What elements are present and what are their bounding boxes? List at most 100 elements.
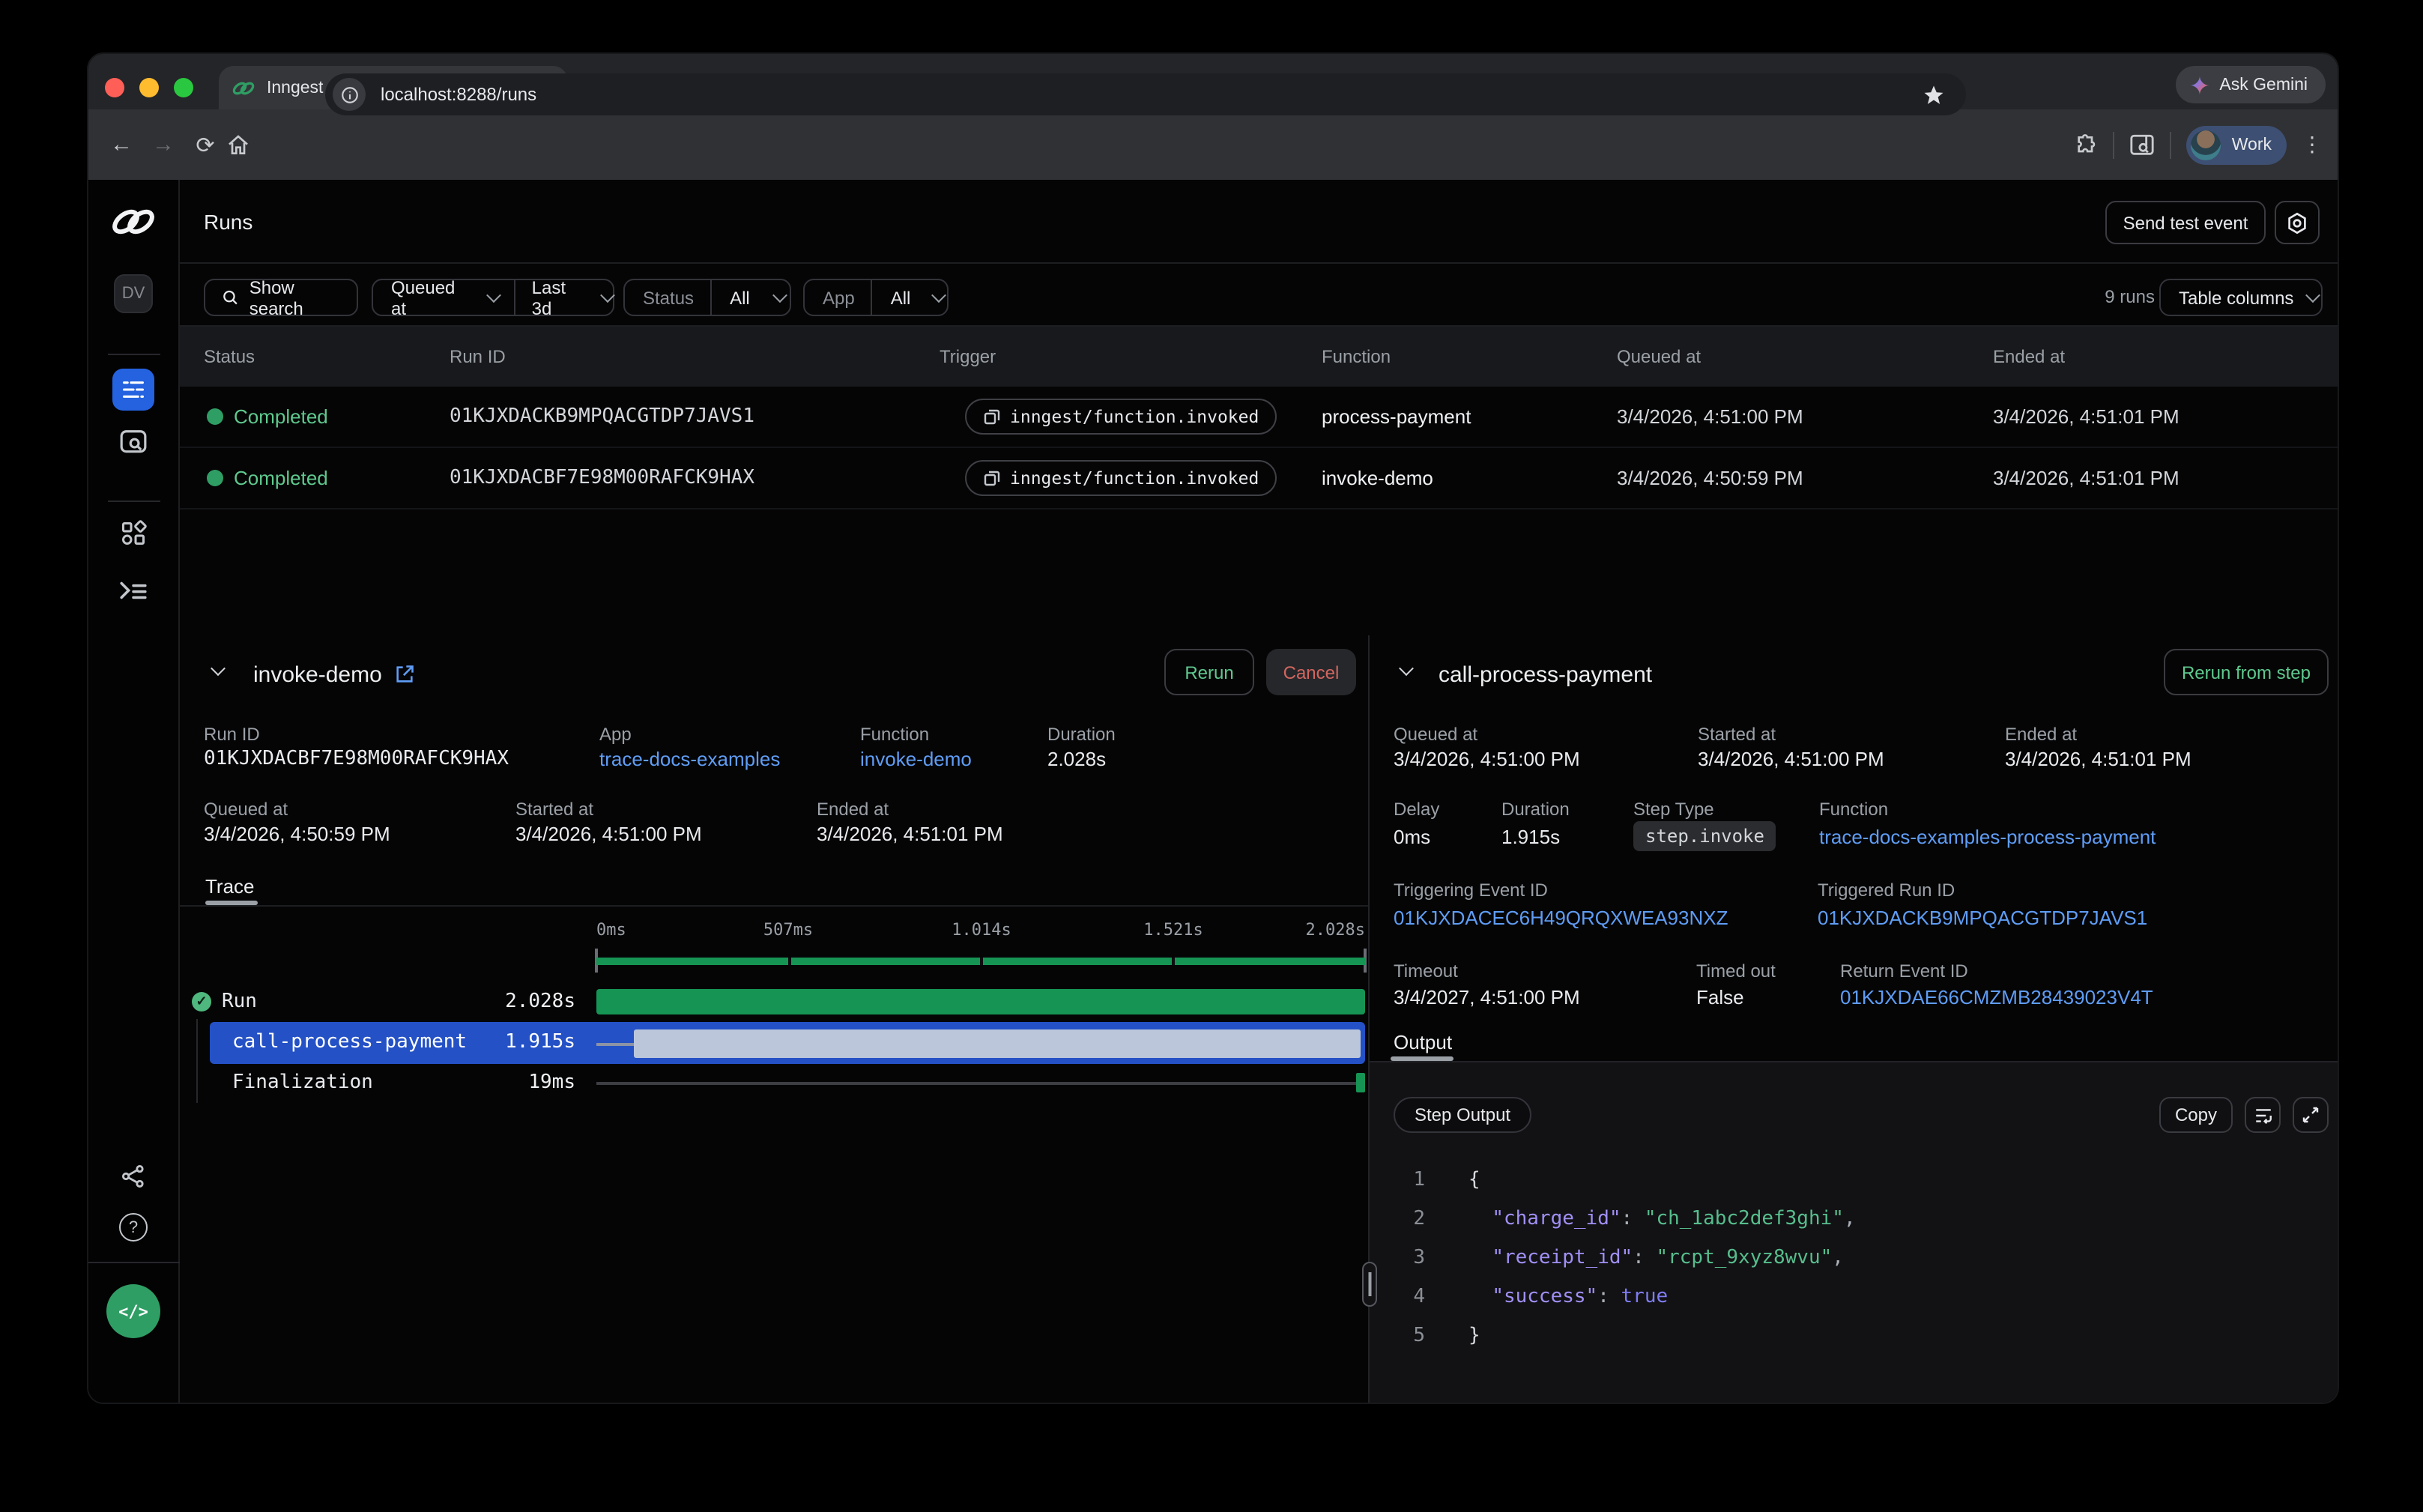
browser-toolbar: ← → ⟳ — [88, 109, 2338, 180]
show-search-label: Show search — [249, 276, 340, 318]
column-function: Function — [1322, 346, 1391, 367]
close-window-button[interactable] — [105, 78, 124, 97]
trace-row-run[interactable]: ✓ Run 2.028s — [180, 983, 1368, 1022]
finalization-span-bar[interactable] — [1356, 1073, 1365, 1092]
time-range-label: Last 3d — [532, 276, 590, 318]
trigger-name: inngest/function.invoked — [1010, 406, 1259, 427]
expand-button[interactable] — [2293, 1097, 2329, 1133]
browser-menu-icon[interactable]: ⋮ — [2302, 132, 2323, 157]
env-badge[interactable]: DV — [114, 274, 153, 313]
side-panel-search-icon[interactable] — [2130, 133, 2156, 157]
rerun-from-step-button[interactable]: Rerun from step — [2164, 649, 2329, 695]
status-filter-button[interactable]: Status All — [623, 279, 791, 316]
field-label: Ended at — [2005, 724, 2077, 745]
return-event-id-link[interactable]: 01KJXDAE66CMZMB28439023V4T — [1840, 986, 2153, 1008]
timed-out-value: False — [1696, 986, 1744, 1008]
code-line: 2 "charge_id": "ch_1abc2def3ghi", — [1370, 1208, 1856, 1230]
time-field-label: Queued at — [391, 276, 475, 318]
sidebar-divider — [108, 354, 160, 355]
trigger-pill[interactable]: inngest/function.invoked — [965, 460, 1277, 496]
table-row[interactable]: Completed 01KJXDACBF7E98M00RAFCK9HAX inn… — [180, 448, 2338, 509]
zoom-window-button[interactable] — [174, 78, 193, 97]
function-link[interactable]: invoke-demo — [860, 748, 972, 770]
copy-button[interactable]: Copy — [2159, 1097, 2233, 1133]
url-bar[interactable]: localhost:8288/runs — [325, 73, 1966, 115]
queued-at: 3/4/2026, 4:50:59 PM — [1617, 467, 1803, 489]
trigger-name: inngest/function.invoked — [1010, 468, 1259, 489]
field-label: Function — [1819, 799, 1888, 820]
extensions-icon[interactable] — [2075, 133, 2099, 157]
chevron-down-icon — [600, 288, 615, 303]
forward-icon[interactable]: → — [142, 132, 184, 157]
filter-bar: Show search Queued at Last 3d Status All — [180, 264, 2338, 327]
help-icon[interactable]: ? — [119, 1213, 148, 1242]
bookmark-star-icon[interactable] — [1923, 83, 1945, 106]
browser-window: Inngest Server ✕ + Ask Gemini ← → ⟳ — [88, 54, 2338, 1403]
line-number: 5 — [1370, 1325, 1425, 1347]
step-function-link[interactable]: trace-docs-examples-process-payment — [1819, 826, 2156, 848]
tab-trace[interactable]: Trace — [205, 875, 255, 898]
trace-row-finalization[interactable]: Finalization 19ms — [180, 1064, 1368, 1103]
trace-step-duration: 1.915s — [471, 1031, 575, 1053]
chevron-down-icon[interactable] — [211, 661, 226, 676]
pill-divider — [871, 280, 873, 315]
axis-tick: 2.028s — [1306, 920, 1366, 940]
field-label: Duration — [1501, 799, 1570, 820]
sidebar-item-apps[interactable] — [120, 520, 147, 547]
table-row[interactable]: Completed 01KJXDACKB9MPQACGTDP7JAVS1 inn… — [180, 387, 2338, 448]
chevron-down-icon[interactable] — [1399, 661, 1414, 676]
site-info-icon[interactable] — [333, 78, 366, 111]
app-link[interactable]: trace-docs-examples — [599, 748, 780, 770]
started-at-value: 3/4/2026, 4:51:00 PM — [1698, 748, 1884, 770]
table-columns-button[interactable]: Table columns — [2159, 279, 2323, 316]
cancel-button[interactable]: Cancel — [1266, 649, 1356, 695]
sidebar-divider — [108, 501, 160, 502]
app-filter-button[interactable]: App All — [803, 279, 949, 316]
step-span-bar[interactable] — [634, 1029, 1361, 1057]
trace-step-name: Run — [222, 991, 257, 1013]
share-icon[interactable] — [121, 1164, 146, 1189]
pane-resize-handle[interactable] — [1362, 1262, 1377, 1307]
minimap-tick — [980, 958, 983, 965]
url-text[interactable]: localhost:8288/runs — [381, 84, 1923, 105]
back-icon[interactable]: ← — [100, 132, 142, 157]
run-detail-pane: invoke-demo Rerun Cancel Run ID 01KJXDAC… — [180, 635, 1368, 1403]
field-label: Return Event ID — [1840, 961, 1968, 982]
column-run-id: Run ID — [450, 346, 506, 367]
rerun-button[interactable]: Rerun — [1164, 649, 1254, 695]
triggering-event-id-link[interactable]: 01KJXDACEC6H49QRQXWEA93NXZ — [1394, 907, 1728, 929]
sidebar-item-runs[interactable] — [112, 369, 154, 411]
delay-value: 0ms — [1394, 826, 1430, 848]
home-icon[interactable] — [226, 133, 268, 157]
trace-step-duration: 19ms — [471, 1071, 575, 1094]
app-filter-label: App — [823, 287, 855, 308]
reload-icon[interactable]: ⟳ — [184, 131, 226, 158]
external-link-icon[interactable] — [394, 664, 415, 685]
show-search-button[interactable]: Show search — [204, 279, 358, 316]
pill-divider — [514, 280, 515, 315]
sidebar-item-events[interactable] — [119, 429, 148, 456]
minimize-window-button[interactable] — [139, 78, 159, 97]
dev-mode-toggle[interactable]: </> — [106, 1284, 160, 1338]
function-name: invoke-demo — [1322, 467, 1433, 489]
ask-gemini-button[interactable]: Ask Gemini — [2176, 66, 2326, 103]
triggered-run-id-link[interactable]: 01KJXDACKB9MPQACGTDP7JAVS1 — [1818, 907, 2147, 929]
wrap-lines-button[interactable] — [2245, 1097, 2281, 1133]
settings-gear-button[interactable] — [2275, 201, 2320, 244]
tab-output[interactable]: Output — [1394, 1031, 1452, 1053]
finalization-line — [596, 1082, 1356, 1084]
sidebar-item-terminal[interactable] — [119, 578, 148, 602]
sidebar-divider — [88, 1262, 180, 1263]
chevron-down-icon — [486, 288, 501, 303]
output-area: Step Output Copy 1{ 2 "charge_id": "ch_1… — [1370, 1061, 2338, 1403]
table-header: Status Run ID Trigger Function Queued at… — [180, 327, 2338, 387]
step-output-toggle[interactable]: Step Output — [1394, 1097, 1531, 1133]
run-span-bar[interactable] — [596, 989, 1365, 1014]
step-type-badge: step.invoke — [1633, 821, 1776, 851]
line-number: 2 — [1370, 1208, 1425, 1230]
trace-row-call-process-payment-selected[interactable]: call-process-payment 1.915s — [210, 1022, 1365, 1064]
time-filter-button[interactable]: Queued at Last 3d — [372, 279, 614, 316]
trigger-pill[interactable]: inngest/function.invoked — [965, 399, 1277, 435]
send-test-event-button[interactable]: Send test event — [2105, 201, 2266, 244]
profile-chip[interactable]: Work — [2187, 125, 2287, 164]
